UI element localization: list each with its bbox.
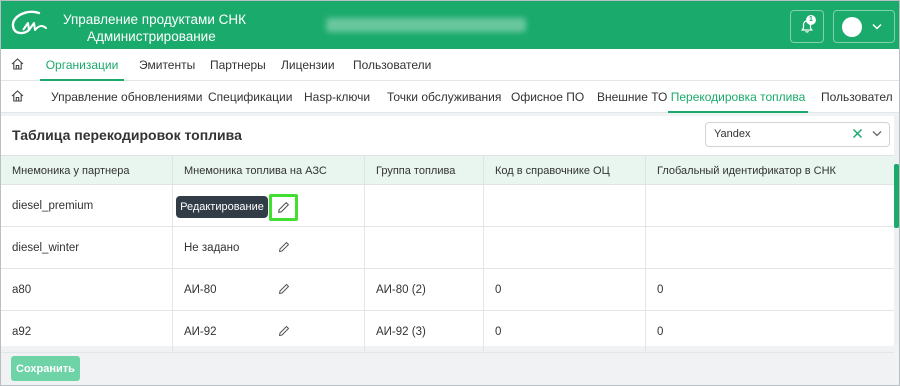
app-title-line2: Администрирование [87,29,216,44]
oc-code-cell: 0 [483,311,645,353]
fuel-group-cell: АИ-80 (2) [364,269,483,311]
subnav-tab-fuel-recoding[interactable]: Перекодировка топлива [668,81,808,113]
pencil-icon[interactable] [278,325,290,337]
column-header: Код в справочнике ОЦ [483,156,645,186]
column-header: Мнемоника у партнера [12,165,130,177]
fuel-group-cell: АИ-92 (3) [364,311,483,353]
azs-mnemonic-cell: Не задано [172,227,364,269]
edit-button-highlighted[interactable] [269,194,298,221]
nav-tab-partners[interactable]: Партнеры [210,49,266,81]
avatar [842,16,862,37]
redacted-organization-info [326,18,526,32]
chevron-down-icon [872,23,882,30]
save-button[interactable]: Сохранить [11,356,80,381]
app-window: Управление продуктами СНК Администрирова… [0,0,900,386]
notification-count-badge: 1 [806,15,816,25]
notifications-button[interactable]: 1 [790,10,824,43]
oc-code-cell: 0 [483,269,645,311]
nav-tab-users[interactable]: Пользователи [353,49,431,81]
column-header: Группа топлива [364,156,483,186]
edit-tooltip: Редактирование [176,196,268,218]
clear-icon[interactable] [852,128,863,139]
partner-mnemonic-cell: a80 [12,284,32,296]
nav-tab-emitters[interactable]: Эмитенты [139,49,195,81]
table-row: diesel_premium [1,185,894,227]
subnav-tab-specifications[interactable]: Спецификации [208,81,292,113]
company-logo-icon [11,10,47,35]
app-header: Управление продуктами СНК Администрирова… [1,1,899,49]
global-id-cell: 0 [645,269,894,311]
fuel-recoding-card: Таблица перекодировок топлива Yandex Мне… [1,116,894,353]
partner-mnemonic-cell: diesel_premium [12,200,94,212]
subnav-tab-updates[interactable]: Управление обновлениями [51,81,202,113]
table-header: Мнемоника у партнера Мнемоника топлива н… [1,155,894,186]
nav-tab-licenses[interactable]: Лицензии [281,49,335,81]
subnav-tab-office-software[interactable]: Офисное ПО [511,81,584,113]
partner-select[interactable]: Yandex [705,122,890,147]
azs-mnemonic-cell: АИ-92 [172,311,364,353]
user-menu-button[interactable] [833,10,895,43]
table-row: a92 АИ-92 АИ-92 (3) 0 0 [1,311,894,353]
fuel-group-cell [364,185,483,227]
partner-select-value: Yandex [714,128,751,140]
oc-code-cell [483,185,645,227]
azs-mnemonic-cell: АИ-80 [172,269,364,311]
partner-mnemonic-cell: a92 [12,326,32,338]
azs-mnemonic-value: Не задано [184,242,240,254]
table-row: a80 АИ-80 АИ-80 (2) 0 0 [1,269,894,311]
chevron-down-icon[interactable] [872,130,882,137]
scrollbar-thumb[interactable] [894,164,899,228]
subnav-tab-hasp-keys[interactable]: Hasp-ключи [304,81,370,113]
home-icon[interactable] [11,90,24,102]
azs-mnemonic-value: АИ-80 [184,284,217,296]
column-header: Мнемоника топлива на АЗС [172,156,364,186]
global-id-cell [645,227,894,269]
subnav-tab-external-to[interactable]: Внешние ТО [597,81,667,113]
azs-mnemonic-value: АИ-92 [184,326,217,338]
global-id-cell [645,185,894,227]
table-scrollbar[interactable] [894,116,899,346]
subnav-tab-users[interactable]: Пользовател [821,81,893,113]
fuel-group-cell [364,227,483,269]
home-icon[interactable] [11,58,24,70]
pencil-icon[interactable] [278,241,290,253]
subnav-tab-service-points[interactable]: Точки обслуживания [387,81,501,113]
partner-mnemonic-cell: diesel_winter [12,242,80,254]
nav-tab-organizations[interactable]: Организации [40,49,124,81]
global-id-cell: 0 [645,311,894,353]
secondary-nav: Управление обновлениями Спецификации Has… [1,81,899,113]
page-title: Таблица перекодировок топлива [12,127,242,143]
app-title: Управление продуктами СНК Администрирова… [63,11,246,45]
app-title-line1: Управление продуктами СНК [63,12,246,27]
pencil-icon[interactable] [278,283,290,295]
oc-code-cell [483,227,645,269]
pencil-icon[interactable] [277,201,290,214]
primary-nav: Организации Эмитенты Партнеры Лицензии П… [1,49,899,81]
column-header: Глобальный идентификатор в СНК [645,156,894,186]
table-row: diesel_winter Не задано [1,227,894,269]
